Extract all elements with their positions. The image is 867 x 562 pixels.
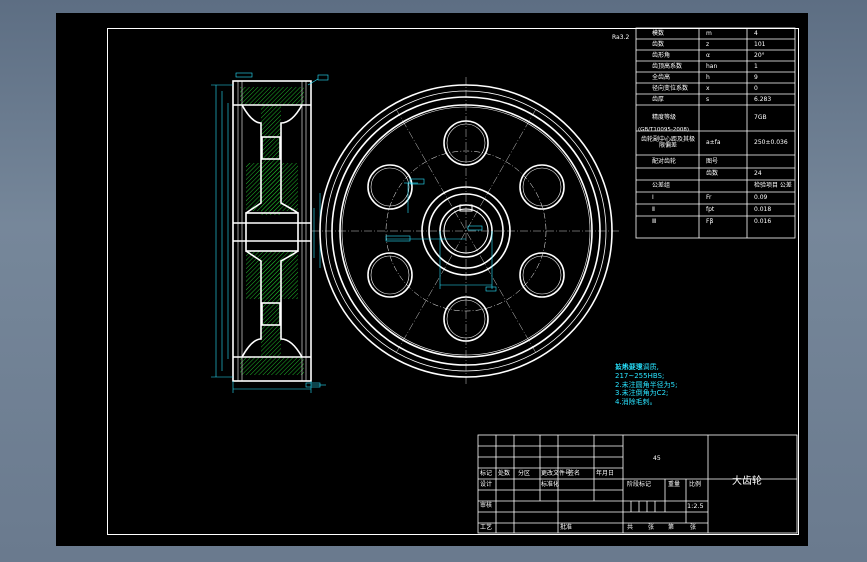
param-sym: 图号 [706,157,719,165]
param-sym: fpt [706,206,715,213]
param-sym: z [706,40,710,48]
drawing-svg [211,27,798,534]
note-item: 3.未注倒角为C2; [615,389,669,398]
drawing-canvas: Ra3.2 模数 m 4 齿数 z 101 齿形角 α 20° 齿顶高系数 han 1 全齿高 h 9 径向变… [56,13,808,546]
tb-sheet: 张 [648,524,655,531]
material: 45 [653,455,661,462]
param-label: 齿顶高系数 [652,62,683,70]
precision-standard: (GB/T10095-2008) [638,127,690,133]
param-val: 0 [754,84,758,92]
param-sym: han [706,62,718,70]
part-name: 大齿轮 [732,476,762,487]
param-label: 齿轮副中心距及其极限偏差 [640,136,695,149]
tb-header: 签名 [568,470,581,477]
param-label: Ⅱ [652,206,655,213]
tb-scale-label: 比例 [689,481,702,488]
tb-header: 处数 [498,470,511,477]
param-sym: Fr [706,194,712,201]
roughness-symbol: Ra3.2 [612,34,630,41]
param-val: 1 [754,62,758,70]
param-sym: s [706,95,710,103]
tb-header: 年月日 [596,470,615,477]
param-label: 齿形角 [652,51,671,59]
rim-hatch-top [240,87,304,105]
center-lines [312,77,620,385]
tb-standardization: 标准化 [541,481,560,488]
param-label: Ⅲ [652,218,657,225]
tb-sheet: 共 [627,524,634,531]
tb-weight: 重量 [668,481,681,488]
param-val: 250±0.036 [754,139,788,146]
param-val: 6.283 [754,95,772,103]
param-val: 4 [754,29,758,37]
param-sym: Fβ [706,218,714,225]
param-val: 7GB [754,114,767,121]
front-view [312,77,620,385]
tb-sheet: 张 [690,524,697,531]
tb-header: 分区 [518,470,531,477]
notes-title: 技术要求 [615,363,643,371]
param-label: Ⅰ [652,194,654,201]
tb-design: 设计 [480,481,493,488]
param-sym: h [706,73,710,81]
tb-stage: 阶段标记 [627,481,652,488]
section-view [211,72,329,393]
hub-hatch-bottom [246,251,298,299]
tb-header: 更改文件号 [541,470,572,477]
param-sym: α [706,51,710,59]
param-val: 101 [754,40,766,48]
tb-header: 标记 [480,470,493,477]
param-val: 0.016 [754,218,772,225]
param-val: 20° [754,51,765,59]
param-label: 齿数 [652,40,665,48]
param-val: 24 [754,170,762,177]
param-sym: x [706,84,710,92]
param-label: 配对齿轮 [652,157,677,165]
note-item: 4.消除毛刺。 [615,398,657,406]
param-val: 9 [754,73,758,81]
note-item: 217~255HBS; [615,371,665,380]
technical-notes: 技术要求 1.热处理调质, 217~255HBS; 2.未注圆角半径为5; 3.… [615,363,678,407]
hub-hatch-top [246,163,298,211]
param-label: 公差组 [652,182,671,189]
param-label: 精度等级 [652,114,677,121]
param-label: 径向变位系数 [652,84,689,92]
tb-review: 审核 [480,502,493,509]
param-sym: a±fa [706,139,721,146]
param-val: 检验项目 公差 [754,182,792,189]
param-label: 全齿高 [652,73,671,81]
scale: 1:2.5 [687,502,704,510]
param-sym: 齿数 [706,170,719,177]
param-val: 0.018 [754,206,772,213]
param-label: 齿厚 [652,95,665,103]
param-sym: m [706,29,712,37]
param-label: 模数 [652,29,665,37]
tb-process: 工艺 [480,524,493,531]
note-item: 2.未注圆角半径为5; [615,380,678,389]
tb-approve: 批准 [560,524,573,531]
tb-sheet: 第 [668,524,675,531]
param-val: 0.09 [754,194,768,201]
rim-hatch-bottom [240,357,304,375]
